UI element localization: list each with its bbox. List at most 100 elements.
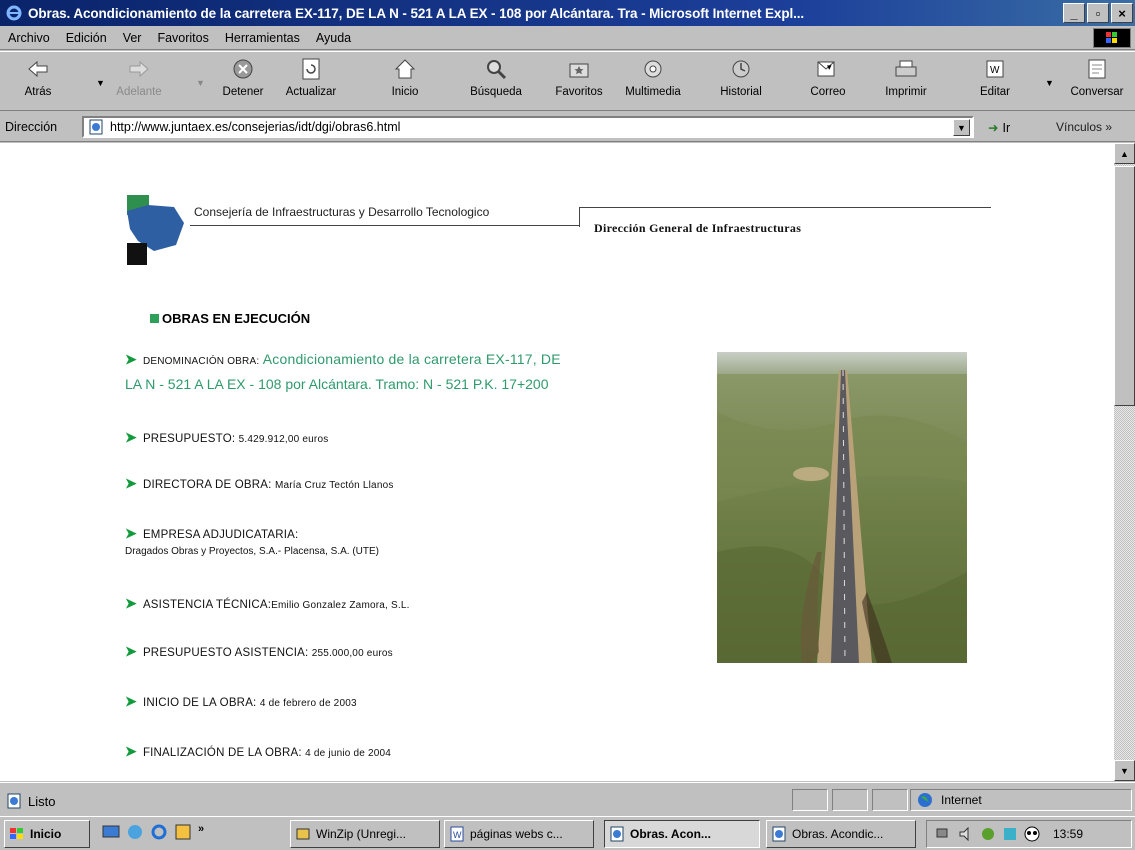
edit-icon: W [982,56,1008,82]
print-icon [893,56,919,82]
header-rule-left [190,225,580,226]
item-presupuesto: ➤ PRESUPUESTO: 5.429.912,00 euros [125,429,329,445]
header-dept: Dirección General de Infraestructuras [594,221,802,235]
history-button[interactable]: Historial [712,56,770,108]
back-button[interactable]: Atrás [18,56,58,108]
menu-ayuda[interactable]: Ayuda [316,31,351,45]
minimize-button[interactable]: _ [1063,3,1085,23]
back-dropdown-icon[interactable]: ▼ [96,78,105,88]
arrow-bullet-icon: ➤ [125,475,137,491]
refresh-button[interactable]: Actualizar [280,56,342,108]
security-zone: Internet [910,789,1132,811]
status-panel-1 [792,789,828,811]
item-inicio: ➤ INICIO DE LA OBRA: 4 de febrero de 2003 [125,693,357,709]
quick-launch-chevron[interactable]: » [198,823,204,841]
quick-launch: » [102,823,204,841]
menu-favoritos[interactable]: Favoritos [157,31,208,45]
forward-arrow-icon [126,56,152,82]
back-arrow-icon [25,56,51,82]
start-button[interactable]: Inicio [4,820,90,848]
home-button[interactable]: Inicio [385,56,425,108]
scroll-thumb[interactable] [1114,166,1135,406]
scroll-down-icon[interactable]: ▼ [1114,760,1135,781]
windows-logo-icon [10,828,23,839]
menu-archivo[interactable]: Archivo [8,31,50,45]
arrow-bullet-icon: ➤ [125,429,137,445]
address-input[interactable]: http://www.juntaex.es/consejerias/idt/dg… [82,116,974,138]
maximize-button[interactable]: ▫ [1087,3,1109,23]
task-winzip[interactable]: WinZip (Unregi... [290,820,440,848]
extremadura-logo [127,195,184,265]
standard-toolbar: Atrás ▼ Adelante ▼ Detener Actualizar In… [0,51,1135,111]
status-text: Listo [6,793,55,809]
menu-edicion[interactable]: Edición [66,31,107,45]
favorites-button[interactable]: Favoritos [549,56,609,108]
history-icon [728,56,754,82]
go-arrow-icon: ➜ [988,121,999,135]
status-bar: Listo Internet [0,782,1135,816]
scroll-up-icon[interactable]: ▲ [1114,143,1135,164]
task-paginas-webs[interactable]: W páginas webs c... [444,820,594,848]
title-bar[interactable]: Obras. Acondicionamiento de la carretera… [0,0,1135,26]
item-finalizacion: ➤ FINALIZACIÓN DE LA OBRA: 4 de junio de … [125,743,392,759]
status-panel-2 [832,789,868,811]
tray-app-icon[interactable] [1001,825,1019,843]
multimedia-button[interactable]: Multimedia [620,56,686,108]
links-button[interactable]: Vínculos » [1056,120,1112,134]
page-done-icon [7,793,21,809]
edit-dropdown-icon[interactable]: ▼ [1045,78,1054,88]
denominacion-value-line2: LA N - 521 A LA EX - 108 por Alcántara. … [125,376,549,392]
menu-bar: Archivo Edición Ver Favoritos Herramient… [0,26,1135,50]
channels-icon[interactable] [174,823,192,841]
edit-button[interactable]: W Editar [975,56,1015,108]
address-label: Dirección [5,120,58,134]
section-bullet-icon [150,314,159,323]
tray-messenger-icon[interactable] [979,825,997,843]
arrow-bullet-icon: ➤ [125,643,137,659]
ie-logo-icon [6,5,22,21]
item-presupuesto-asistencia: ➤ PRESUPUESTO ASISTENCIA: 255.000,00 euro… [125,643,393,659]
go-button[interactable]: ➜ Ir [988,120,1010,135]
outlook-express-icon[interactable] [126,823,144,841]
task-obras-active[interactable]: Obras. Acon... [604,820,760,848]
menu-ver[interactable]: Ver [123,31,142,45]
home-icon [392,56,418,82]
word-document-icon: W [450,826,464,842]
page-content: Consejería de Infraestructuras y Desarro… [0,143,1114,781]
svg-text:W: W [453,830,462,840]
svg-text:W: W [990,65,1000,76]
empresa-value: Dragados Obras y Proyectos, S.A.- Placen… [125,546,379,557]
print-button[interactable]: Imprimir [878,56,934,108]
item-denominacion: ➤ DENOMINACIÓN OBRA: Acondicionamiento de… [125,351,561,367]
window-title: Obras. Acondicionamiento de la carretera… [28,5,805,21]
winzip-icon [296,828,310,840]
internet-explorer-icon[interactable] [150,823,168,841]
desktop-icon[interactable] [102,823,120,841]
tray-panda-icon[interactable] [1023,825,1041,843]
forward-button[interactable]: Adelante [112,56,166,108]
multimedia-icon [640,56,666,82]
tray-volume-icon[interactable] [957,825,975,843]
ie-page-icon [772,826,786,842]
item-asistencia: ➤ ASISTENCIA TÉCNICA:Emilio Gonzalez Zamo… [125,595,410,611]
menu-herramientas[interactable]: Herramientas [225,31,300,45]
taskbar: Inicio » WinZip (Unregi... W páginas web… [0,816,1135,850]
tray-network-icon[interactable] [935,825,953,843]
discuss-icon [1084,56,1110,82]
refresh-icon [298,56,324,82]
arrow-bullet-icon: ➤ [125,693,137,709]
address-url: http://www.juntaex.es/consejerias/idt/dg… [110,120,401,134]
discuss-button[interactable]: Conversar [1064,56,1130,108]
stop-button[interactable]: Detener [216,56,270,108]
close-button[interactable]: × [1111,3,1133,23]
address-dropdown-icon[interactable]: ▼ [953,119,970,136]
vertical-scrollbar[interactable]: ▲ ▼ [1114,143,1135,781]
task-obras-2[interactable]: Obras. Acondic... [766,820,916,848]
internet-globe-icon [918,793,932,807]
search-button[interactable]: Búsqueda [463,56,529,108]
arrow-bullet-icon: ➤ [125,351,137,367]
arrow-bullet-icon: ➤ [125,595,137,611]
mail-dropdown-icon[interactable]: ▾ [827,62,832,73]
forward-dropdown-icon[interactable]: ▼ [196,78,205,88]
search-icon [483,56,509,82]
